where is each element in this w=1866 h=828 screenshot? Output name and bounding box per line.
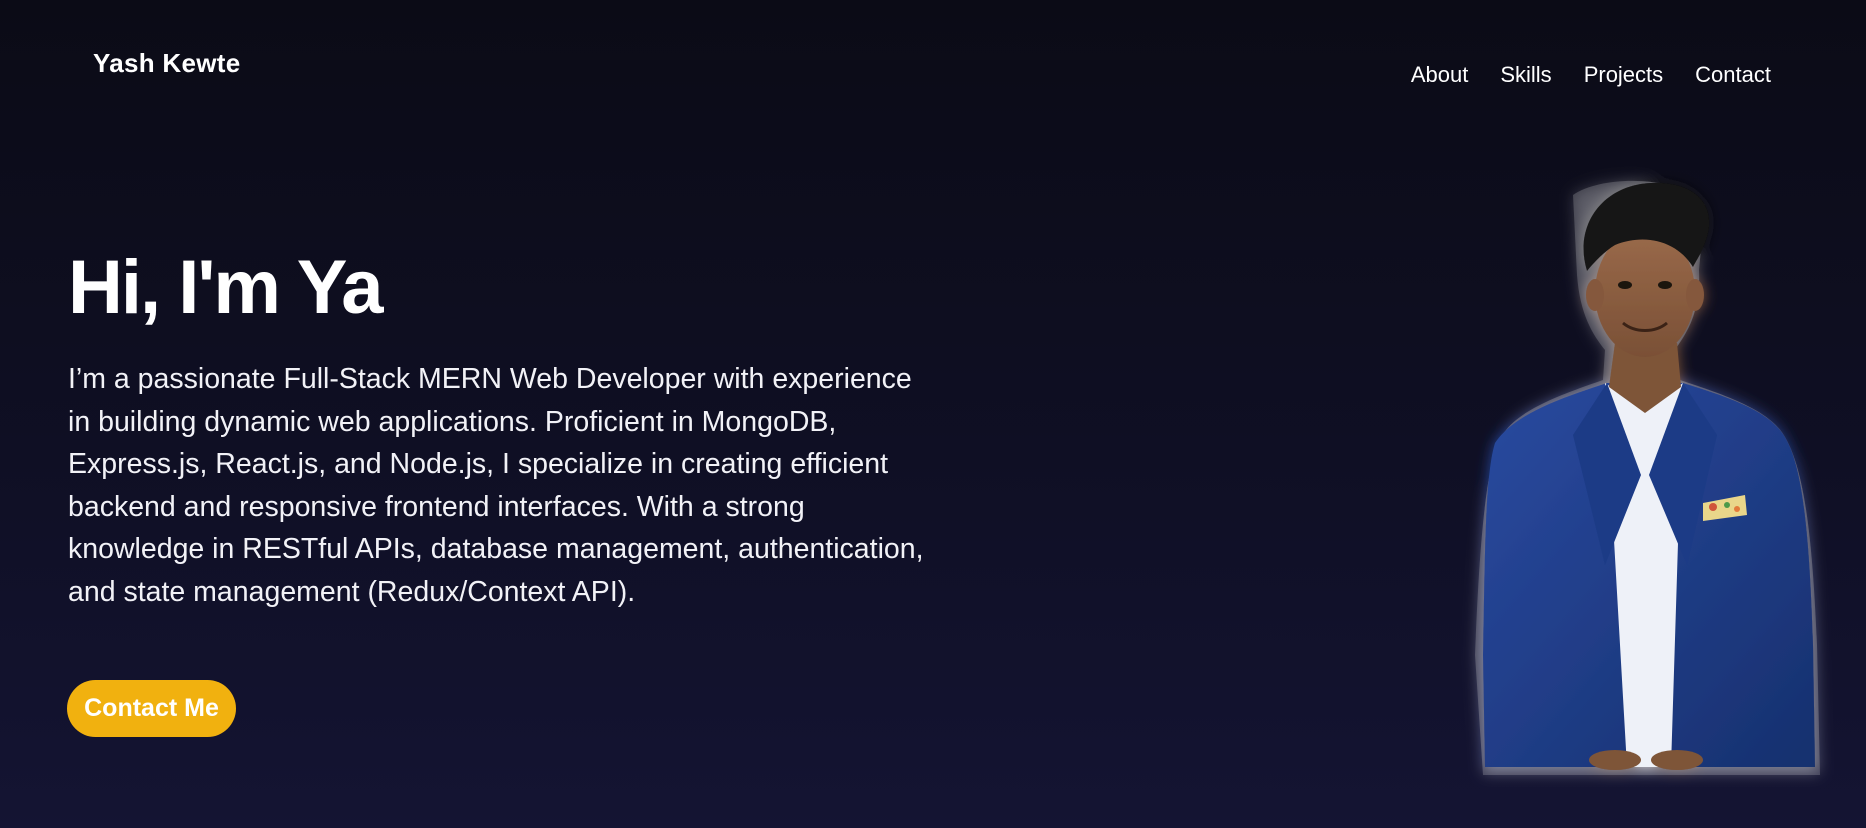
nav-link-about[interactable]: About (1411, 62, 1469, 88)
navbar: Yash Kewte About Skills Projects Contact (0, 0, 1866, 130)
nav-links: About Skills Projects Contact (1411, 62, 1771, 88)
hero-title: Hi, I'm Ya (68, 245, 384, 330)
hero-section: Hi, I'm Ya I’m a passionate Full-Stack M… (68, 250, 928, 613)
profile-photo-illustration (1475, 180, 1820, 775)
nav-link-contact[interactable]: Contact (1695, 62, 1771, 88)
profile-photo (1455, 175, 1835, 775)
nav-link-projects[interactable]: Projects (1584, 62, 1663, 88)
brand-name[interactable]: Yash Kewte (93, 48, 241, 79)
contact-me-button[interactable]: Contact Me (67, 680, 236, 737)
hero-description: I’m a passionate Full-Stack MERN Web Dev… (68, 363, 924, 608)
nav-link-skills[interactable]: Skills (1500, 62, 1551, 88)
